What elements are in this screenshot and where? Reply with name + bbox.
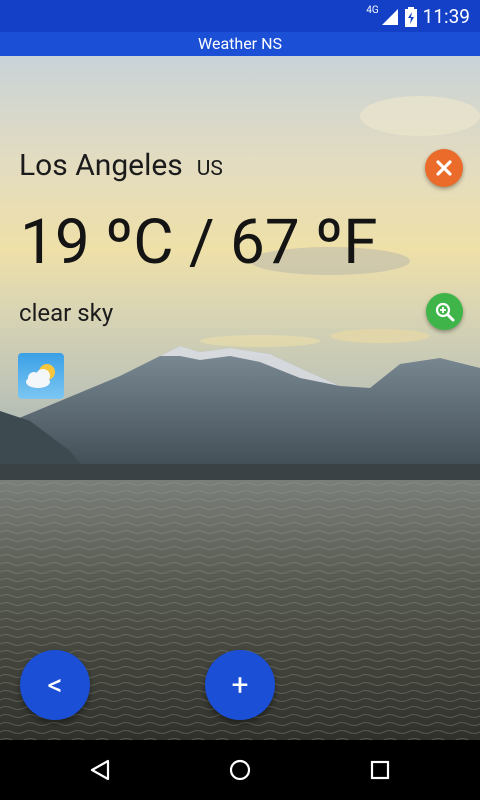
plus-icon: + [231,667,249,703]
nav-recents-icon[interactable] [368,758,392,782]
city-name: Los Angeles [19,148,183,183]
network-type-label: 4G [366,5,379,16]
system-navigation-bar [0,740,480,800]
nav-back-icon[interactable] [88,758,112,782]
weather-description: clear sky [19,299,114,327]
status-bar: 4G 11:39 [0,0,480,32]
zoom-icon [435,302,454,321]
app-title: Weather NS [198,34,282,53]
remove-city-button[interactable] [425,149,463,187]
close-icon [436,160,452,176]
location-row: Los Angeles US [19,148,223,183]
temperature-readout: 19 ºC / 67 ºF [20,206,378,279]
weather-content: Los Angeles US 19 ºC / 67 ºF clear sky <… [0,56,480,740]
back-button[interactable]: < [20,650,90,720]
signal-icon [381,8,398,25]
battery-icon [404,6,417,27]
chevron-left-icon: < [47,667,63,703]
partly-cloudy-icon [18,353,64,399]
add-city-button[interactable]: + [205,650,275,720]
zoom-button[interactable] [426,293,463,330]
app-bar: Weather NS [0,32,480,56]
status-time: 11:39 [422,5,470,28]
status-icons: 4G 11:39 [366,5,470,28]
nav-home-icon[interactable] [228,758,252,782]
country-code: US [196,157,223,181]
